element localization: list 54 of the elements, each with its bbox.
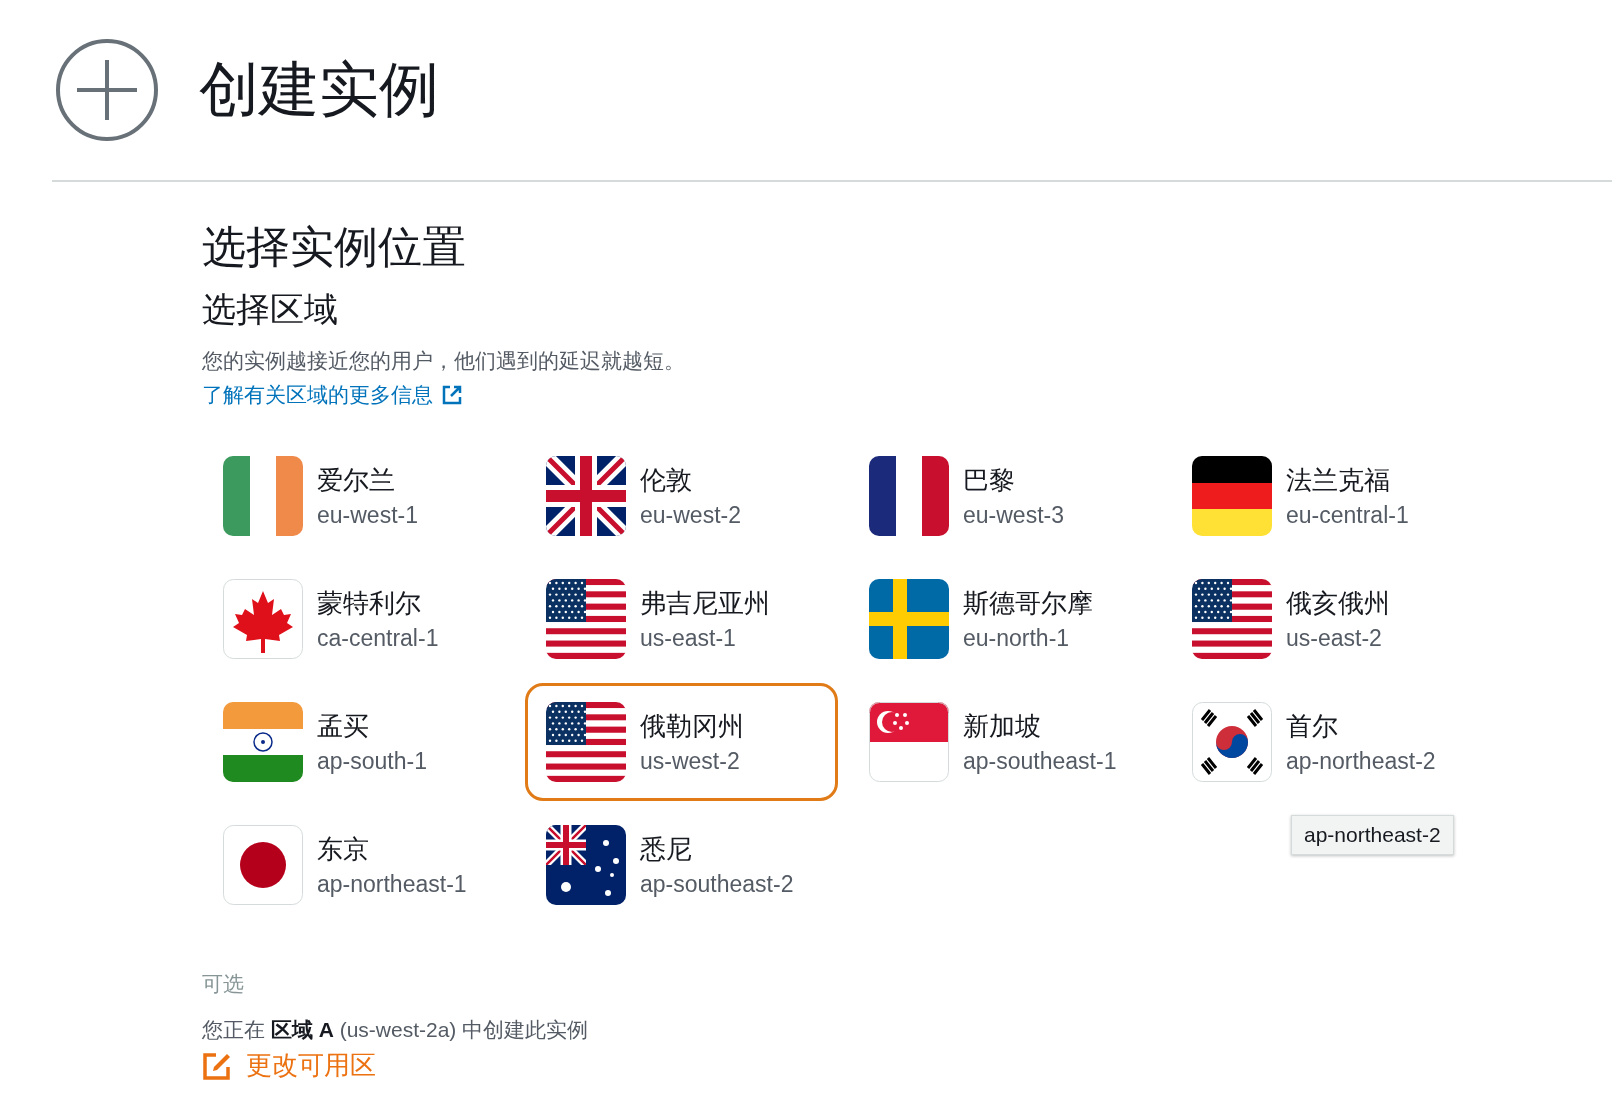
- region-code: ap-northeast-1: [317, 871, 467, 898]
- flag-icon: [869, 456, 949, 536]
- learn-more-link[interactable]: 了解有关区域的更多信息: [202, 381, 463, 409]
- flag-icon: [1192, 579, 1272, 659]
- region-name: 孟买: [317, 710, 370, 743]
- flag-icon: [546, 702, 626, 782]
- region-code: eu-north-1: [963, 625, 1071, 652]
- flag-icon: [546, 825, 626, 905]
- flag-icon: [546, 579, 626, 659]
- flag-icon: [869, 579, 949, 659]
- region-code: ca-central-1: [317, 625, 439, 652]
- region-code: ap-southeast-2: [640, 871, 794, 898]
- region-name: 法兰克福: [1286, 464, 1391, 497]
- flag-icon: [223, 825, 303, 905]
- flag-icon: [223, 456, 303, 536]
- region-name: 蒙特利尔: [317, 587, 422, 620]
- flag-icon: [223, 579, 303, 659]
- flag-icon: [869, 702, 949, 782]
- section-subheading: 选择区域: [202, 289, 339, 330]
- region-name: 弗吉尼亚州: [640, 587, 770, 620]
- region-code: us-east-1: [640, 625, 737, 652]
- page-title: 创建实例: [199, 54, 439, 125]
- section-heading: 选择实例位置: [202, 221, 467, 273]
- optional-label: 可选: [202, 971, 245, 997]
- region-name: 斯德哥尔摩: [963, 587, 1093, 620]
- flag-icon: [1192, 456, 1272, 536]
- region-code: eu-west-2: [640, 502, 741, 529]
- region-name: 悉尼: [640, 833, 693, 866]
- region-code: ap-south-1: [317, 748, 427, 775]
- external-link-icon: [441, 384, 463, 406]
- region-code: eu-central-1: [1286, 502, 1409, 529]
- region-name: 俄勒冈州: [640, 710, 744, 743]
- flag-icon: [223, 702, 303, 782]
- availability-zone-text: 您正在 区域 A (us-west-2a) 中创建此实例: [202, 1017, 590, 1043]
- region-code: ap-southeast-1: [963, 748, 1117, 775]
- edit-icon: [202, 1050, 232, 1081]
- region-name: 伦敦: [640, 464, 693, 497]
- region-name: 首尔: [1286, 710, 1339, 743]
- add-icon: [55, 38, 159, 142]
- region-code: ap-northeast-2: [1286, 748, 1436, 775]
- region-card[interactable]: 俄勒冈州 us-west-2: [525, 683, 838, 801]
- region-code: eu-west-1: [317, 502, 418, 529]
- region-name: 新加坡: [963, 710, 1042, 743]
- region-code: us-west-2: [640, 748, 741, 775]
- region-name: 东京: [317, 833, 370, 866]
- flag-icon: [1192, 702, 1272, 782]
- region-code: us-east-2: [1286, 625, 1383, 652]
- region-name: 俄亥俄州: [1286, 587, 1390, 620]
- region-code: eu-west-3: [963, 502, 1064, 529]
- tooltip: ap-northeast-2: [1291, 815, 1454, 855]
- flag-icon: [546, 456, 626, 536]
- region-name: 爱尔兰: [317, 464, 396, 497]
- region-name: 巴黎: [963, 464, 1016, 497]
- description: 您的实例越接近您的用户，他们遇到的延迟就越短。: [202, 348, 686, 374]
